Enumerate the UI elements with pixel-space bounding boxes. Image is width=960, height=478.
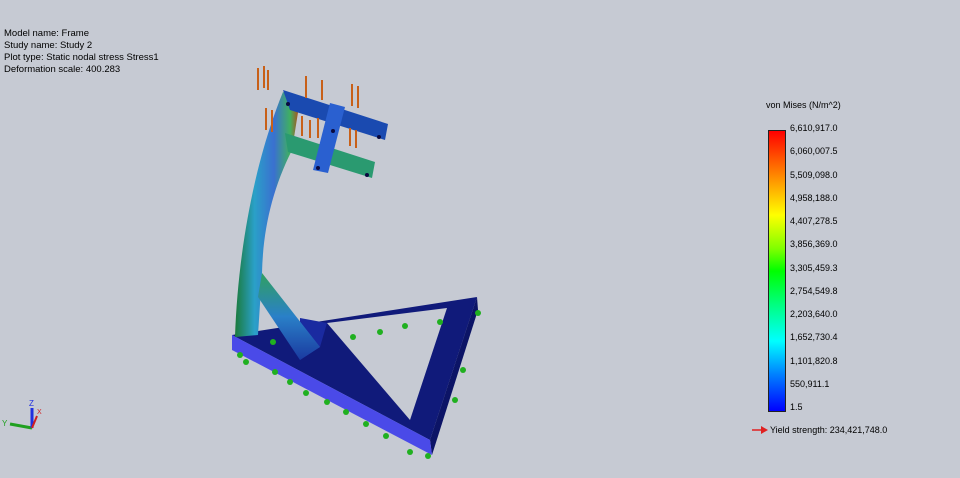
legend-tick-label: 4,958,188.0 (790, 192, 838, 203)
legend-tick-label: 2,203,640.0 (790, 309, 838, 319)
top-bars (283, 90, 388, 178)
yield-strength: Yield strength: 234,421,748.0 (752, 425, 887, 435)
yield-strength-label: Yield strength: 234,421,748.0 (770, 425, 888, 435)
legend-tick-label: 6,610,917.0 (790, 123, 838, 133)
legend-tick-label: 3,305,459.3 (790, 262, 838, 273)
axis-triad: Y Z X (2, 399, 42, 430)
red-arrow-icon (752, 426, 768, 434)
stress-color-bar (768, 130, 786, 412)
legend-tick-label: 5,509,098.0 (790, 169, 838, 180)
legend-tick-label: 6,060,007.5 (790, 146, 838, 157)
legend-tick-label: 1.5 (790, 402, 803, 412)
triad-y-label: Y (2, 419, 8, 428)
legend-tick-label: 550,911.1 (790, 378, 830, 389)
legend-tick-label: 1,101,820.8 (790, 355, 838, 366)
legend-title: von Mises (N/m^2) (766, 100, 841, 110)
legend-tick-label: 3,856,369.0 (790, 239, 838, 250)
legend-tick-label: 4,407,278.5 (790, 216, 838, 226)
triad-z-label: Z (29, 399, 34, 408)
legend-tick-label: 2,754,549.8 (790, 285, 838, 296)
triad-x-label: X (37, 409, 42, 416)
legend-tick-label: 1,652,730.4 (790, 332, 838, 343)
